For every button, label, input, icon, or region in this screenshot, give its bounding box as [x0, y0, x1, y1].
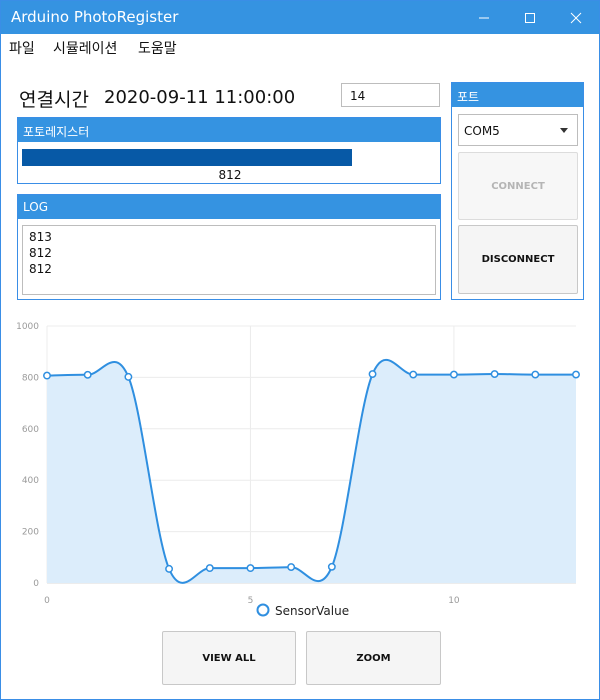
- data-point: [490, 370, 499, 379]
- data-point: [327, 562, 336, 571]
- chart-legend: SensorValue: [256, 603, 349, 618]
- data-point: [205, 564, 214, 573]
- connection-time-value: 2020-09-11 11:00:00: [104, 87, 296, 108]
- legend-label: SensorValue: [275, 604, 349, 618]
- port-select[interactable]: COM5: [458, 114, 578, 146]
- port-header: 포트: [452, 83, 583, 107]
- data-point: [409, 370, 418, 379]
- port-group: 포트 COM5 CONNECT DISCONNECT: [451, 82, 584, 300]
- menu-bar: 파일 시뮬레이션 도움말: [1, 34, 599, 59]
- view-all-button[interactable]: VIEW ALL: [162, 631, 296, 685]
- data-point: [368, 370, 377, 379]
- y-tick-label: 200: [22, 528, 39, 538]
- legend-marker: [256, 603, 270, 617]
- minimize-button[interactable]: [461, 1, 507, 34]
- x-tick-label: 5: [248, 596, 254, 606]
- data-point: [246, 564, 255, 573]
- sensor-chart: 0 200 400 600 800 1000 0 5 10 SensorValue: [16, 322, 580, 618]
- log-group: LOG 813 812 812: [17, 194, 441, 300]
- data-point: [165, 564, 174, 573]
- progress-fill: [22, 149, 352, 166]
- log-line: 813: [29, 230, 52, 244]
- photoresistor-value: 812: [218, 168, 242, 182]
- close-button[interactable]: [553, 1, 599, 34]
- log-line: 812: [29, 262, 52, 276]
- menu-simulation[interactable]: 시뮬레이션: [53, 38, 117, 58]
- data-point: [531, 370, 540, 379]
- minimize-icon: [479, 17, 489, 18]
- app-window: Arduino PhotoRegister 파일 시뮬레이션 도움말 연결시간 …: [0, 0, 600, 700]
- y-tick-label: 600: [22, 425, 39, 435]
- chevron-down-icon: [560, 128, 568, 133]
- data-point: [124, 372, 133, 381]
- menu-help[interactable]: 도움말: [138, 38, 177, 58]
- connect-button[interactable]: CONNECT: [458, 152, 578, 220]
- photoresistor-progress-bar: [22, 149, 438, 166]
- photoresistor-header: 포토레지스터: [18, 118, 440, 142]
- menu-file[interactable]: 파일: [9, 38, 35, 58]
- data-point: [43, 371, 51, 380]
- y-tick-label: 800: [22, 373, 39, 383]
- connection-time-label: 연결시간: [19, 89, 89, 111]
- window-title: Arduino PhotoRegister: [11, 8, 179, 26]
- series-area: [47, 359, 576, 583]
- log-line: 812: [29, 246, 52, 260]
- interval-input[interactable]: 14: [341, 83, 440, 107]
- y-tick-label: 0: [33, 579, 39, 589]
- data-point: [572, 370, 580, 379]
- title-bar[interactable]: Arduino PhotoRegister: [1, 1, 599, 34]
- x-tick-label: 10: [448, 596, 460, 606]
- data-point: [449, 370, 458, 379]
- data-point: [287, 563, 296, 572]
- zoom-button[interactable]: ZOOM: [306, 631, 441, 685]
- maximize-icon: [525, 12, 535, 23]
- x-tick-label: 0: [44, 596, 50, 606]
- y-tick-label: 1000: [16, 322, 39, 332]
- log-header: LOG: [18, 195, 440, 219]
- disconnect-button[interactable]: DISCONNECT: [458, 225, 578, 294]
- y-tick-label: 400: [22, 476, 39, 486]
- photoresistor-group: 포토레지스터 812: [17, 117, 441, 184]
- close-icon: [570, 12, 582, 23]
- log-textbox[interactable]: 813 812 812: [22, 225, 436, 295]
- maximize-button[interactable]: [507, 1, 553, 34]
- data-point: [83, 370, 92, 379]
- port-select-value: COM5: [464, 124, 500, 138]
